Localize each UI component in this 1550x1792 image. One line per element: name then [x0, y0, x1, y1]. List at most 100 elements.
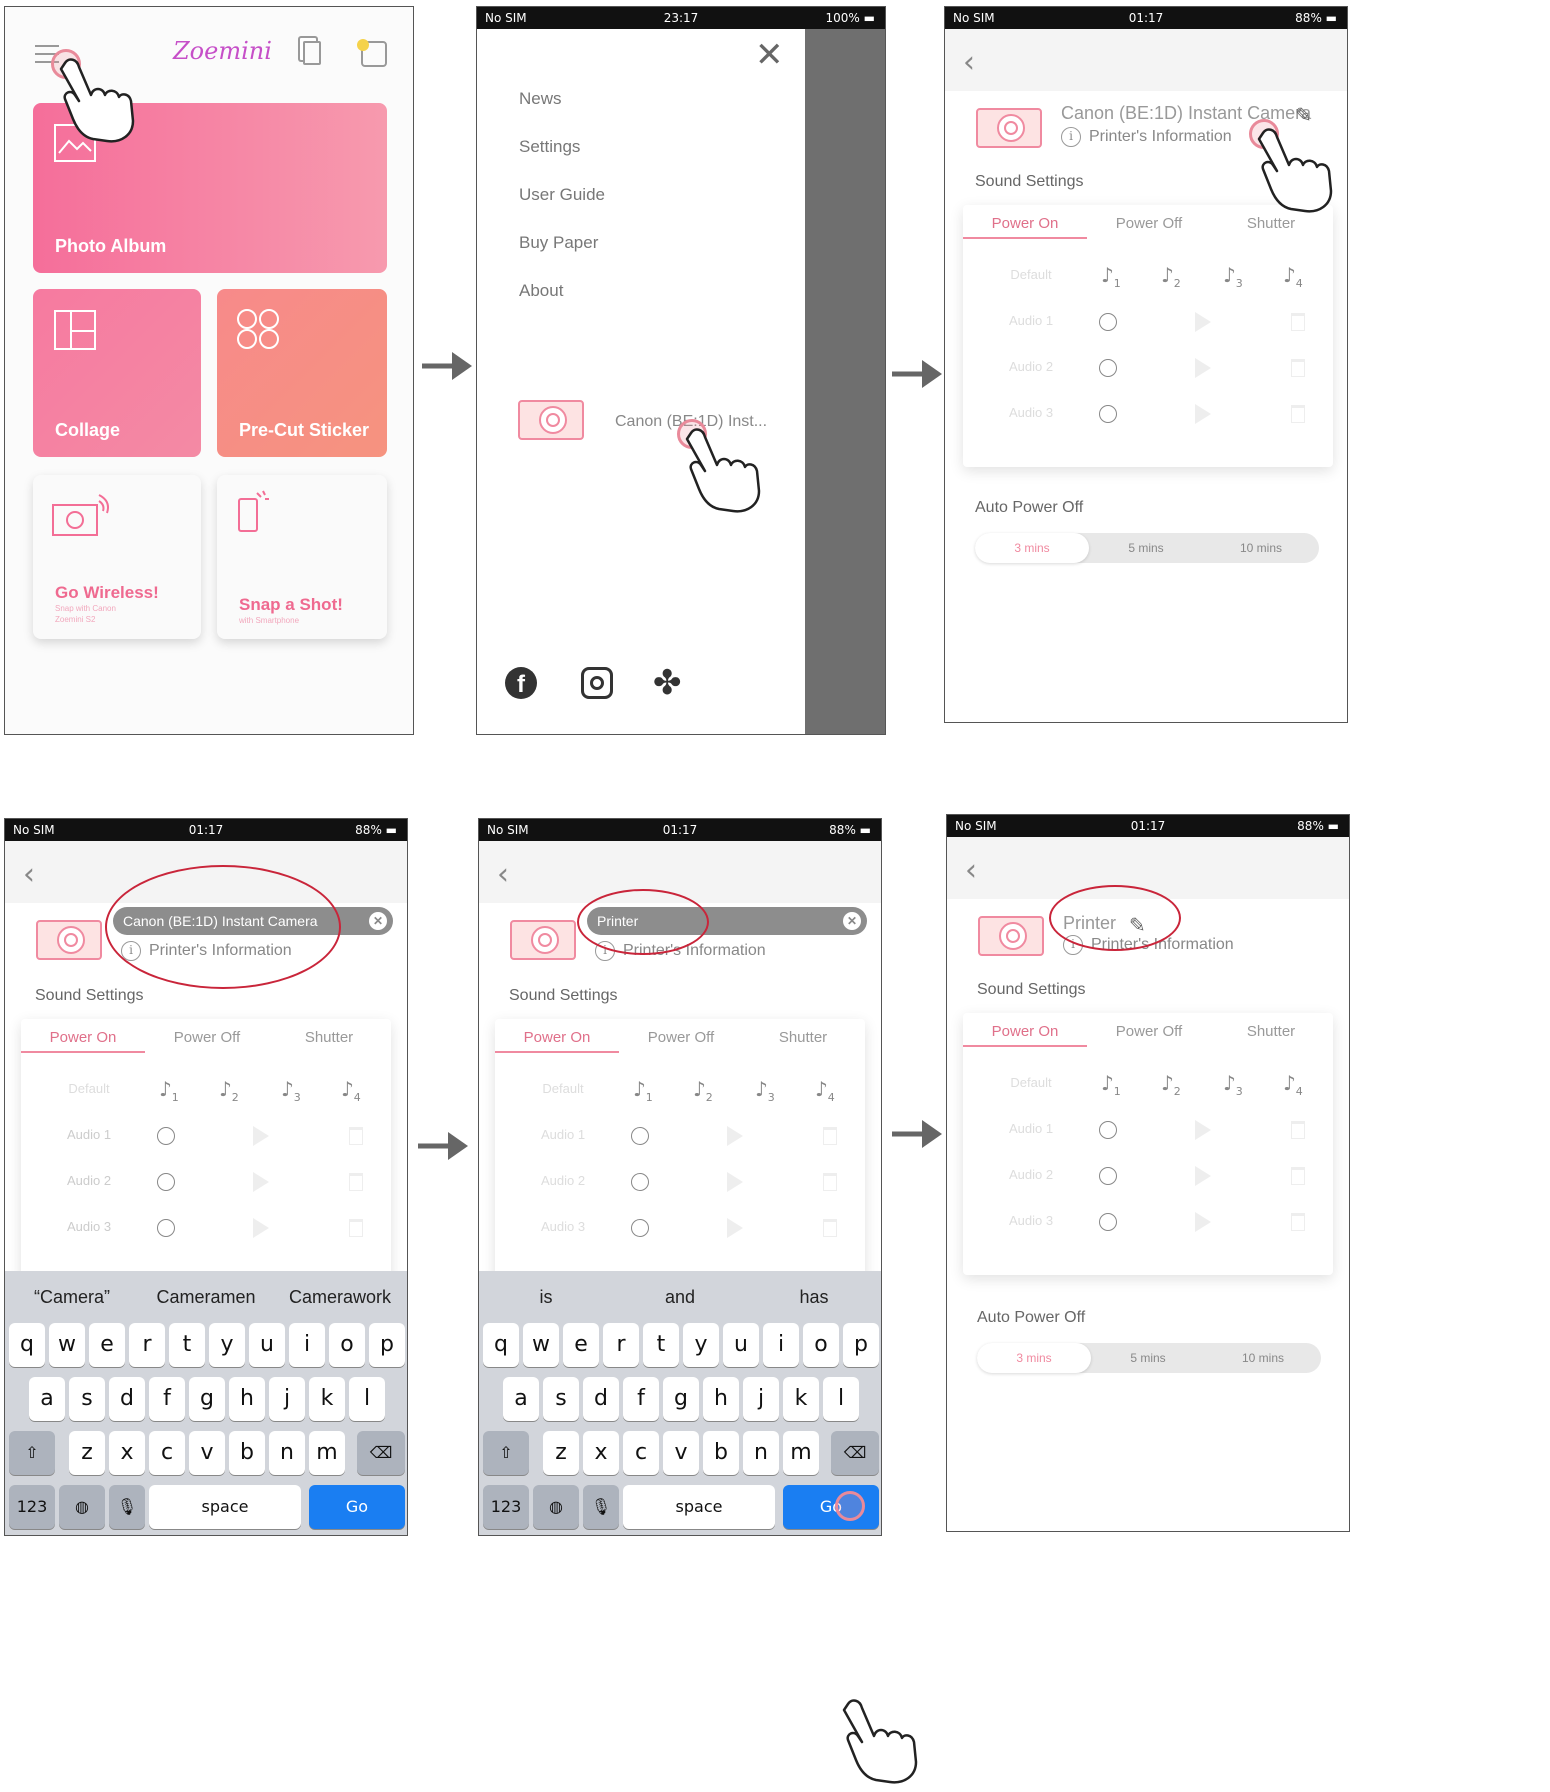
- play-icon[interactable]: [1195, 404, 1211, 424]
- radio-icon[interactable]: [1099, 313, 1117, 331]
- menu-item-user-guide[interactable]: User Guide: [519, 185, 605, 205]
- apo-10-mins[interactable]: 10 mins: [1203, 533, 1319, 563]
- tab-power-on[interactable]: Power On: [963, 1023, 1087, 1040]
- play-icon[interactable]: [727, 1126, 743, 1146]
- menu-item-settings[interactable]: Settings: [519, 137, 580, 157]
- key[interactable]: l: [823, 1377, 859, 1421]
- suggestion[interactable]: Camerawork: [273, 1287, 407, 1308]
- play-icon[interactable]: [253, 1126, 269, 1146]
- play-icon[interactable]: [727, 1218, 743, 1238]
- key[interactable]: v: [663, 1431, 699, 1475]
- tab-power-on[interactable]: Power On: [495, 1029, 619, 1046]
- globe-key-icon[interactable]: ◍: [59, 1485, 105, 1529]
- microphone-key-icon[interactable]: 🎙: [583, 1485, 619, 1529]
- collage-tile[interactable]: Collage: [33, 289, 201, 457]
- go-key[interactable]: Go: [309, 1485, 405, 1529]
- tab-power-off[interactable]: Power Off: [1087, 1023, 1211, 1040]
- backspace-key-icon[interactable]: ⌫: [831, 1431, 879, 1475]
- tab-power-on[interactable]: Power On: [21, 1029, 145, 1046]
- instagram-icon[interactable]: [581, 667, 613, 699]
- key[interactable]: a: [29, 1377, 65, 1421]
- tab-shutter[interactable]: Shutter: [741, 1029, 865, 1046]
- key[interactable]: r: [129, 1323, 165, 1367]
- note-1-icon[interactable]: ♪1: [1101, 263, 1121, 290]
- key[interactable]: u: [249, 1323, 285, 1367]
- apo-3-mins[interactable]: 3 mins: [975, 533, 1089, 563]
- key[interactable]: z: [543, 1431, 579, 1475]
- play-icon[interactable]: [1195, 1166, 1211, 1186]
- key[interactable]: d: [109, 1377, 145, 1421]
- apo-3-mins[interactable]: 3 mins: [977, 1343, 1091, 1373]
- key[interactable]: m: [783, 1431, 819, 1475]
- back-icon[interactable]: ‹: [963, 45, 975, 80]
- key[interactable]: p: [843, 1323, 879, 1367]
- key[interactable]: n: [269, 1431, 305, 1475]
- key[interactable]: c: [623, 1431, 659, 1475]
- key[interactable]: t: [169, 1323, 205, 1367]
- clear-input-icon[interactable]: ✕: [369, 912, 387, 930]
- key[interactable]: b: [703, 1431, 739, 1475]
- key[interactable]: h: [703, 1377, 739, 1421]
- play-icon[interactable]: [727, 1172, 743, 1192]
- shift-key-icon[interactable]: ⇧: [9, 1431, 55, 1475]
- facebook-icon[interactable]: f: [505, 667, 537, 699]
- suggestion[interactable]: Cameramen: [139, 1287, 273, 1308]
- note-2-icon[interactable]: ♪2: [693, 1077, 713, 1104]
- radio-icon[interactable]: [631, 1173, 649, 1191]
- radio-icon[interactable]: [631, 1127, 649, 1145]
- key[interactable]: g: [189, 1377, 225, 1421]
- backspace-key-icon[interactable]: ⌫: [357, 1431, 405, 1475]
- apo-5-mins[interactable]: 5 mins: [1089, 533, 1203, 563]
- play-icon[interactable]: [1195, 312, 1211, 332]
- radio-icon[interactable]: [1099, 1167, 1117, 1185]
- note-1-icon[interactable]: ♪1: [633, 1077, 653, 1104]
- note-3-icon[interactable]: ♪3: [755, 1077, 775, 1104]
- copy-icon[interactable]: [303, 41, 321, 65]
- clear-input-icon[interactable]: ✕: [843, 912, 861, 930]
- key[interactable]: b: [229, 1431, 265, 1475]
- trash-icon[interactable]: [349, 1173, 363, 1191]
- apo-5-mins[interactable]: 5 mins: [1091, 1343, 1205, 1373]
- key[interactable]: m: [309, 1431, 345, 1475]
- key[interactable]: r: [603, 1323, 639, 1367]
- key[interactable]: c: [149, 1431, 185, 1475]
- key[interactable]: t: [643, 1323, 679, 1367]
- photo-album-tile[interactable]: Photo Album: [33, 103, 387, 273]
- key[interactable]: n: [743, 1431, 779, 1475]
- close-icon[interactable]: ✕: [755, 35, 784, 75]
- trash-icon[interactable]: [1291, 1121, 1305, 1139]
- back-icon[interactable]: ‹: [497, 857, 509, 892]
- key[interactable]: k: [309, 1377, 345, 1421]
- key[interactable]: d: [583, 1377, 619, 1421]
- trash-icon[interactable]: [823, 1219, 837, 1237]
- space-key[interactable]: space: [149, 1485, 301, 1529]
- microphone-key-icon[interactable]: 🎙: [109, 1485, 145, 1529]
- trash-icon[interactable]: [1291, 359, 1305, 377]
- note-3-icon[interactable]: ♪3: [281, 1077, 301, 1104]
- trash-icon[interactable]: [349, 1127, 363, 1145]
- edit-pencil-icon[interactable]: ✎: [1295, 103, 1312, 127]
- note-4-icon[interactable]: ♪4: [815, 1077, 835, 1104]
- play-icon[interactable]: [253, 1218, 269, 1238]
- note-4-icon[interactable]: ♪4: [1283, 1071, 1303, 1098]
- note-3-icon[interactable]: ♪3: [1223, 1071, 1243, 1098]
- suggestion[interactable]: is: [479, 1287, 613, 1308]
- play-icon[interactable]: [1195, 1212, 1211, 1232]
- key[interactable]: e: [89, 1323, 125, 1367]
- note-2-icon[interactable]: ♪2: [1161, 1071, 1181, 1098]
- suggestion[interactable]: “Camera”: [5, 1287, 139, 1308]
- key[interactable]: i: [763, 1323, 799, 1367]
- go-wireless-tile[interactable]: Go Wireless! Snap with Canon Zoemini S2: [33, 475, 201, 639]
- radio-icon[interactable]: [1099, 1121, 1117, 1139]
- key[interactable]: g: [663, 1377, 699, 1421]
- tab-shutter[interactable]: Shutter: [267, 1029, 391, 1046]
- key[interactable]: j: [743, 1377, 779, 1421]
- key[interactable]: y: [209, 1323, 245, 1367]
- play-icon[interactable]: [1195, 1120, 1211, 1140]
- key[interactable]: x: [583, 1431, 619, 1475]
- note-1-icon[interactable]: ♪1: [1101, 1071, 1121, 1098]
- tab-power-off[interactable]: Power Off: [619, 1029, 743, 1046]
- numbers-key[interactable]: 123: [483, 1485, 529, 1529]
- key[interactable]: z: [69, 1431, 105, 1475]
- key[interactable]: x: [109, 1431, 145, 1475]
